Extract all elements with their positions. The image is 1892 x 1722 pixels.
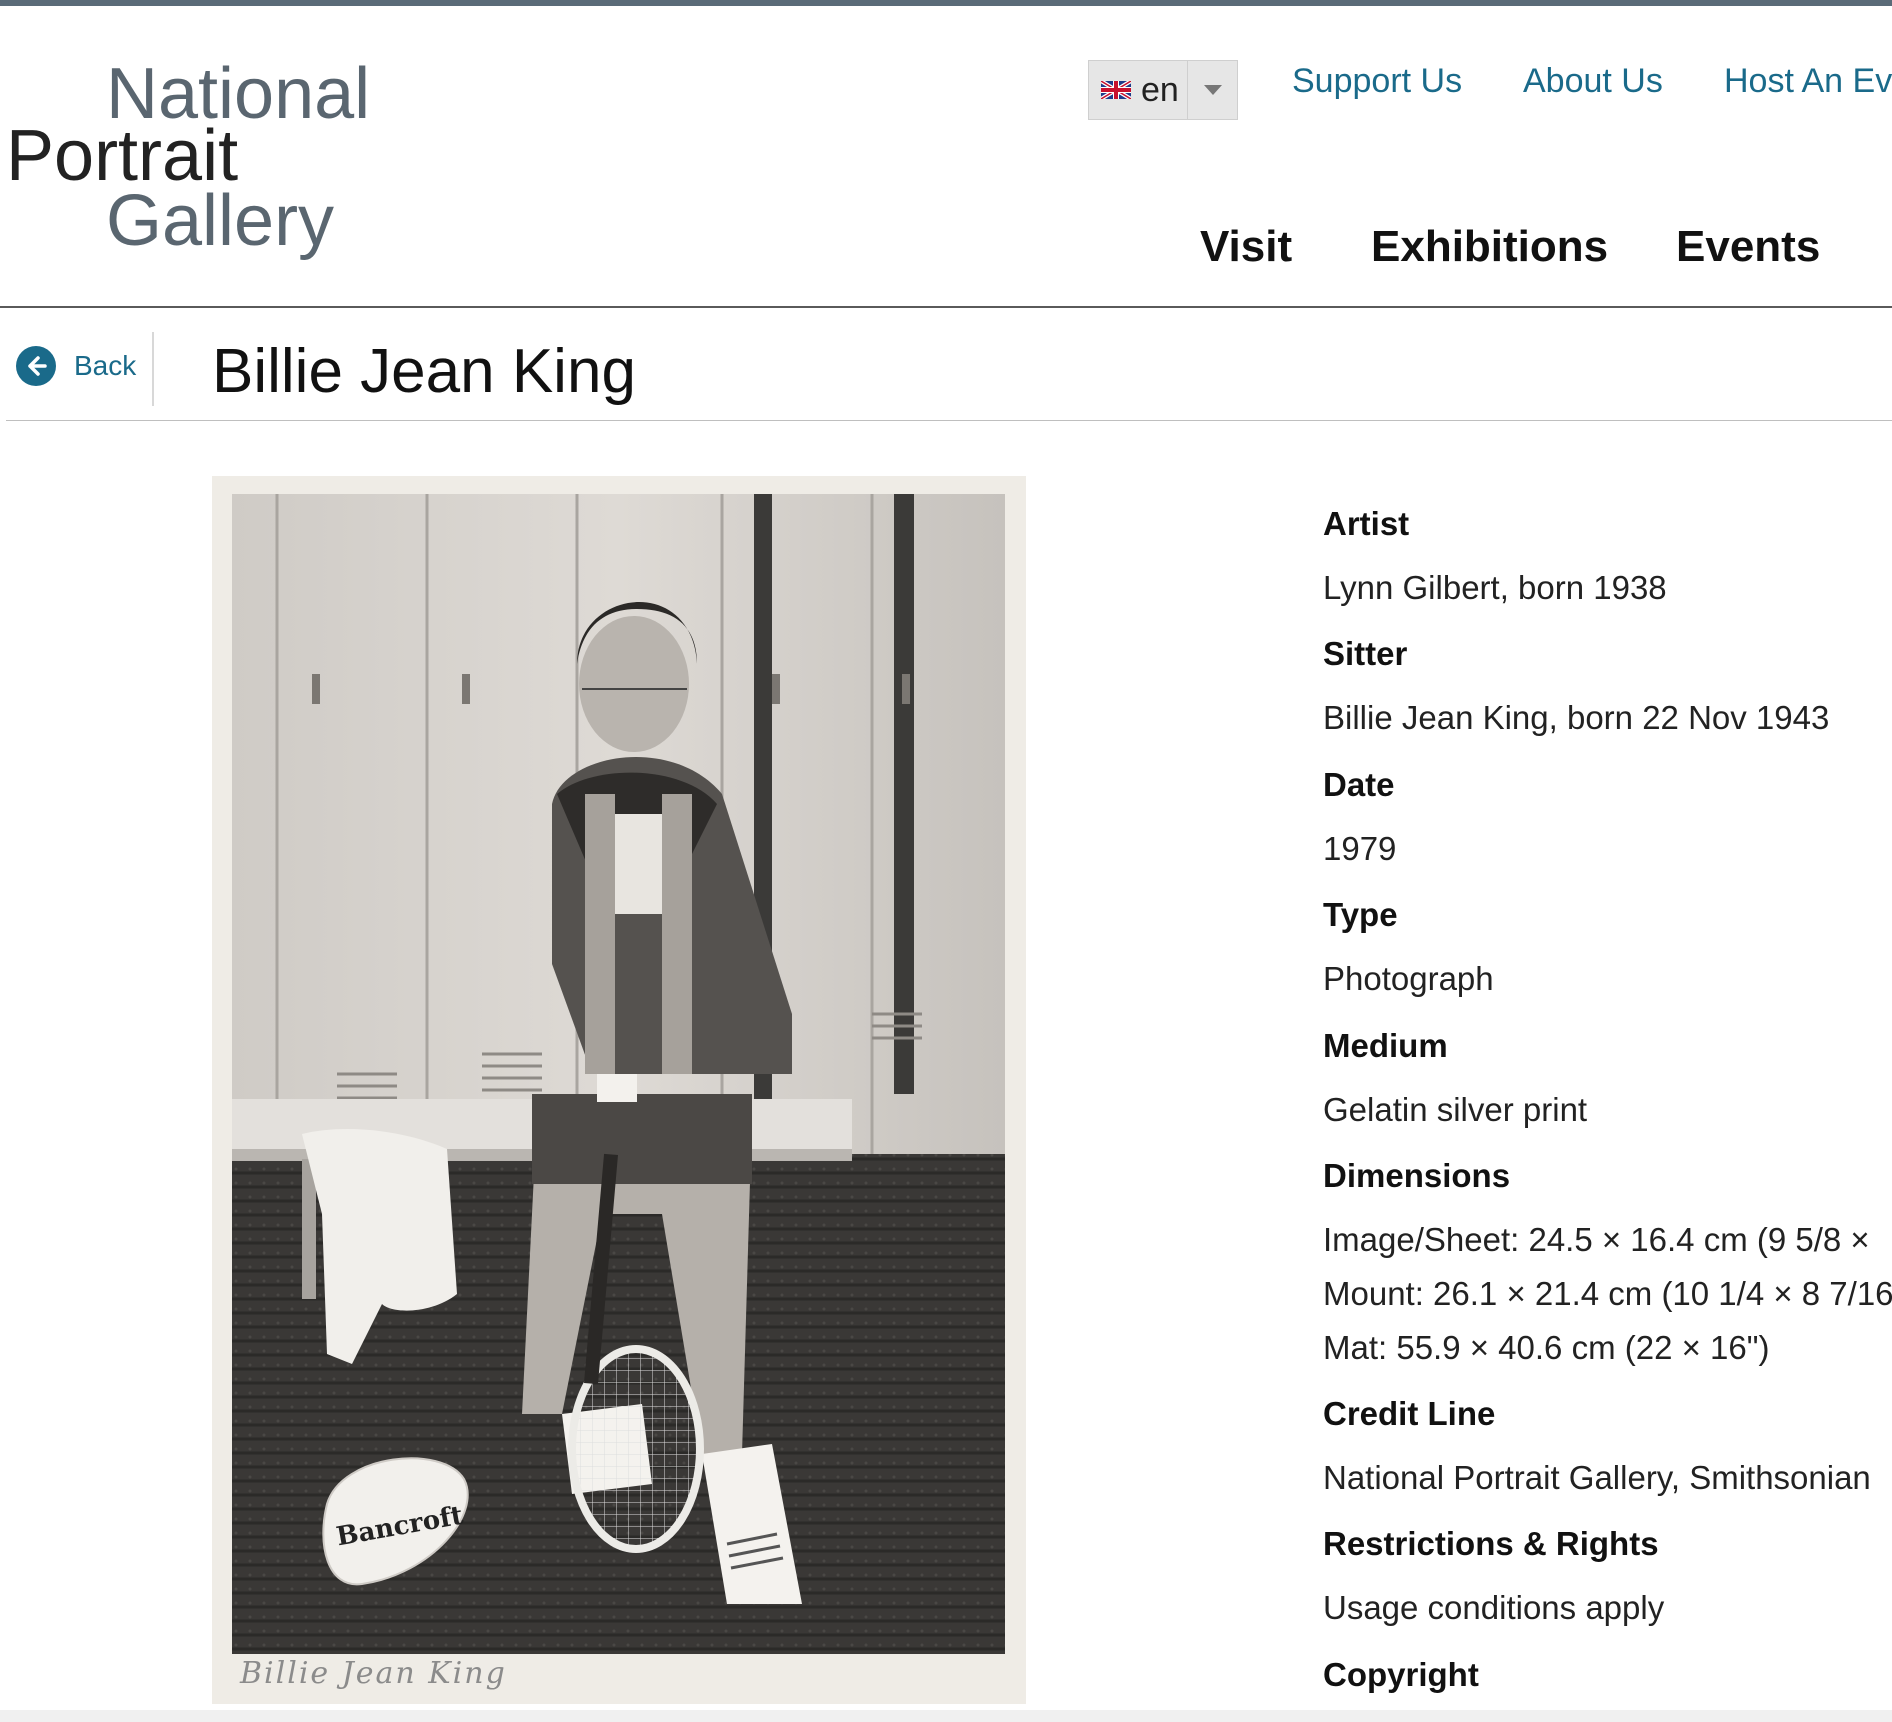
detail-restrictions-rights: Restrictions & Rights Usage conditions a… <box>1323 1525 1664 1635</box>
back-button[interactable]: Back <box>16 346 136 386</box>
detail-value: Mount: 26.1 × 21.4 cm (10 1/4 × 8 7/16") <box>1323 1275 1892 1312</box>
detail-artist: Artist Lynn Gilbert, born 1938 <box>1323 505 1667 615</box>
portrait-photograph[interactable]: Bancroft <box>232 494 1005 1654</box>
language-code: en <box>1141 70 1179 109</box>
back-arrow-icon <box>16 346 56 386</box>
top-accent-bar <box>0 0 1892 6</box>
support-us-link[interactable]: Support Us <box>1292 62 1462 101</box>
detail-value: National Portrait Gallery, Smithsonian <box>1323 1459 1871 1496</box>
detail-date: Date 1979 <box>1323 766 1396 876</box>
back-label: Back <box>74 350 137 381</box>
page-title: Billie Jean King <box>212 337 636 406</box>
detail-value: Mat: 55.9 × 40.6 cm (22 × 16") <box>1323 1329 1770 1366</box>
uk-flag-icon <box>1101 81 1131 99</box>
host-an-event-link[interactable]: Host An Ev <box>1724 62 1892 101</box>
detail-label: Restrictions & Rights <box>1323 1525 1659 1562</box>
title-divider <box>6 420 1892 421</box>
bottom-edge <box>0 1710 1892 1722</box>
detail-label: Medium <box>1323 1027 1448 1064</box>
detail-credit-line: Credit Line National Portrait Gallery, S… <box>1323 1395 1871 1505</box>
detail-label: Date <box>1323 766 1395 803</box>
detail-label: Credit Line <box>1323 1395 1496 1432</box>
language-dropdown-toggle[interactable] <box>1187 61 1237 119</box>
language-selector[interactable]: en <box>1088 60 1238 120</box>
detail-value: Lynn Gilbert, born 1938 <box>1323 569 1667 606</box>
detail-label: Dimensions <box>1323 1157 1511 1194</box>
photo-signature: Billie Jean King <box>240 1656 507 1691</box>
detail-dimensions: Dimensions Image/Sheet: 24.5 × 16.4 cm (… <box>1323 1157 1892 1375</box>
detail-label: Type <box>1323 896 1398 933</box>
detail-medium: Medium Gelatin silver print <box>1323 1027 1587 1137</box>
detail-value: Image/Sheet: 24.5 × 16.4 cm (9 5/8 × <box>1323 1221 1870 1258</box>
detail-sitter: Sitter Billie Jean King, born 22 Nov 194… <box>1323 635 1829 745</box>
detail-value: Billie Jean King, born 22 Nov 1943 <box>1323 699 1830 736</box>
header-divider <box>0 306 1892 308</box>
nav-visit[interactable]: Visit <box>1200 222 1292 272</box>
chevron-down-icon <box>1203 85 1222 95</box>
detail-value: Gelatin silver print <box>1323 1091 1588 1128</box>
logo-line-gallery: Gallery <box>106 181 335 261</box>
title-separator <box>152 332 154 406</box>
nav-exhibitions[interactable]: Exhibitions <box>1371 222 1608 272</box>
nav-events[interactable]: Events <box>1676 222 1820 272</box>
about-us-link[interactable]: About Us <box>1523 62 1663 101</box>
detail-copyright: Copyright <box>1323 1656 1479 1694</box>
detail-label: Sitter <box>1323 635 1408 672</box>
detail-value: Photograph <box>1323 960 1494 997</box>
detail-label: Copyright <box>1323 1656 1479 1693</box>
detail-label: Artist <box>1323 505 1410 542</box>
detail-value[interactable]: Usage conditions apply <box>1323 1581 1664 1635</box>
detail-type: Type Photograph <box>1323 896 1494 1006</box>
detail-value: 1979 <box>1323 830 1397 867</box>
